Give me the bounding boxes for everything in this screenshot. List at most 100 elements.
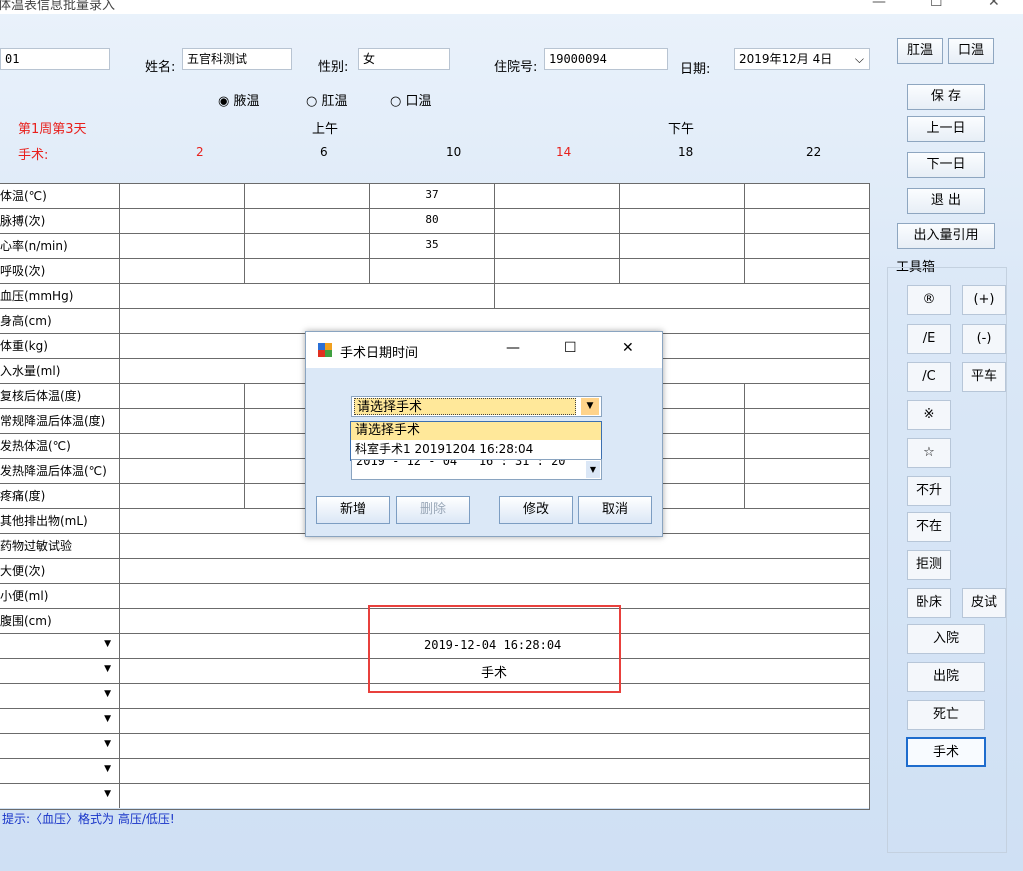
grid-cell[interactable] — [120, 234, 245, 258]
event-cell[interactable] — [120, 759, 870, 783]
minimize-icon[interactable]: — — [872, 0, 886, 10]
grid-cell[interactable] — [745, 409, 870, 433]
exit-button[interactable]: 退 出 — [907, 188, 985, 214]
grid-cell[interactable] — [620, 209, 745, 233]
grid-cell[interactable] — [245, 184, 370, 208]
grid-cell[interactable] — [745, 209, 870, 233]
close-icon[interactable]: ✕ — [988, 0, 1000, 10]
tool-plus[interactable]: (+) — [962, 285, 1006, 315]
prev-day-button[interactable]: 上一日 — [907, 116, 985, 142]
tool-flatcar[interactable]: 平车 — [962, 362, 1006, 392]
surgery-select[interactable]: 请选择手术 ▼ — [351, 396, 602, 417]
grid-cell[interactable] — [120, 534, 870, 558]
tool-surgery[interactable]: 手术 — [906, 737, 986, 767]
grid-cell[interactable] — [120, 559, 870, 583]
grid-cell[interactable] — [120, 184, 245, 208]
add-button[interactable]: 新增 — [316, 496, 390, 524]
edit-button[interactable]: 修改 — [499, 496, 573, 524]
row-label: 体重(kg) — [0, 334, 120, 358]
admission-number-field[interactable]: 19000094 — [544, 48, 668, 70]
event-type-select[interactable]: ▼ — [0, 659, 120, 683]
event-type-select[interactable]: ▼ — [0, 684, 120, 708]
tool-discharge[interactable]: 出院 — [907, 662, 985, 692]
grid-cell[interactable] — [245, 259, 370, 283]
grid-cell[interactable] — [120, 309, 870, 333]
radio-oral[interactable]: ○ 口温 — [390, 90, 432, 109]
grid-cell[interactable]: 37 — [370, 184, 495, 208]
grid-cell[interactable] — [120, 409, 245, 433]
dialog-minimize-icon[interactable]: — — [506, 340, 520, 356]
name-field[interactable]: 五官科测试 — [182, 48, 292, 70]
grid-cell[interactable] — [245, 234, 370, 258]
tool-registered[interactable]: ® — [907, 285, 951, 315]
tool-not-rising[interactable]: 不升 — [907, 476, 951, 506]
event-type-select[interactable]: ▼ — [0, 784, 120, 808]
grid-cell[interactable] — [495, 234, 620, 258]
event-type-select[interactable]: ▼ — [0, 634, 120, 658]
grid-cell[interactable] — [370, 259, 495, 283]
tool-bedridden[interactable]: 卧床 — [907, 588, 951, 618]
grid-cell[interactable] — [495, 284, 870, 308]
tool-admission[interactable]: 入院 — [907, 624, 985, 654]
grid-cell[interactable] — [745, 459, 870, 483]
tool-slash-c[interactable]: /C — [907, 362, 951, 392]
grid-cell[interactable] — [745, 259, 870, 283]
table-row: 药物过敏试验 — [0, 534, 870, 559]
chevron-down-icon: ▼ — [104, 714, 111, 724]
dialog-maximize-icon[interactable]: ☐ — [564, 340, 577, 356]
gender-field[interactable]: 女 — [358, 48, 450, 70]
tool-refused[interactable]: 拒测 — [907, 550, 951, 580]
cancel-button[interactable]: 取消 — [578, 496, 652, 524]
grid-cell[interactable] — [495, 184, 620, 208]
grid-cell[interactable] — [620, 234, 745, 258]
table-row: 体温(℃) 37 — [0, 184, 870, 209]
grid-cell[interactable] — [120, 209, 245, 233]
rectal-temp-button[interactable]: 肛温 — [897, 38, 943, 64]
grid-cell[interactable] — [120, 434, 245, 458]
tool-reference-mark[interactable]: ※ — [907, 400, 951, 430]
radio-rectal[interactable]: ○ 肛温 — [306, 90, 348, 109]
grid-cell[interactable] — [745, 234, 870, 258]
grid-cell[interactable] — [120, 259, 245, 283]
dropdown-option[interactable]: 请选择手术 — [351, 422, 601, 440]
dropdown-option[interactable]: 科室手术1 20191204 16:28:04 — [351, 440, 601, 458]
grid-cell[interactable] — [245, 209, 370, 233]
radio-axillary[interactable]: ◉ 腋温 — [218, 90, 260, 109]
tool-star[interactable]: ☆ — [907, 438, 951, 468]
next-day-button[interactable]: 下一日 — [907, 152, 985, 178]
event-cell[interactable] — [120, 784, 870, 808]
grid-cell[interactable] — [745, 484, 870, 508]
grid-cell[interactable] — [745, 184, 870, 208]
grid-cell[interactable]: 80 — [370, 209, 495, 233]
grid-cell[interactable] — [120, 484, 245, 508]
grid-cell[interactable] — [745, 384, 870, 408]
tool-minus[interactable]: (-) — [962, 324, 1006, 354]
tool-death[interactable]: 死亡 — [907, 700, 985, 730]
grid-cell[interactable] — [620, 184, 745, 208]
date-picker[interactable]: 2019年12月 4日 ⌵ — [734, 48, 870, 70]
tool-slash-e[interactable]: /E — [907, 324, 951, 354]
tool-skin-test[interactable]: 皮试 — [962, 588, 1006, 618]
datetime-picker[interactable]: 2019 - 12 - 04 16 : 31 : 20 ▼ — [351, 459, 602, 480]
grid-cell[interactable] — [120, 384, 245, 408]
tool-absent[interactable]: 不在 — [907, 512, 951, 542]
event-type-select[interactable]: ▼ — [0, 759, 120, 783]
grid-cell[interactable] — [495, 209, 620, 233]
event-type-select[interactable]: ▼ — [0, 709, 120, 733]
grid-cell[interactable] — [120, 459, 245, 483]
grid-cell[interactable] — [620, 259, 745, 283]
intake-reference-button[interactable]: 出入量引用 — [897, 223, 995, 249]
event-type-select[interactable]: ▼ — [0, 734, 120, 758]
maximize-icon[interactable]: ☐ — [930, 0, 943, 10]
event-cell[interactable] — [120, 734, 870, 758]
grid-cell[interactable] — [495, 259, 620, 283]
delete-button[interactable]: 删除 — [396, 496, 470, 524]
dialog-close-icon[interactable]: ✕ — [622, 340, 634, 356]
grid-cell[interactable]: 35 — [370, 234, 495, 258]
grid-cell[interactable] — [745, 434, 870, 458]
record-id-field[interactable]: 01 — [0, 48, 110, 70]
event-cell[interactable] — [120, 709, 870, 733]
save-button[interactable]: 保 存 — [907, 84, 985, 110]
oral-temp-button[interactable]: 口温 — [948, 38, 994, 64]
grid-cell[interactable] — [120, 284, 495, 308]
